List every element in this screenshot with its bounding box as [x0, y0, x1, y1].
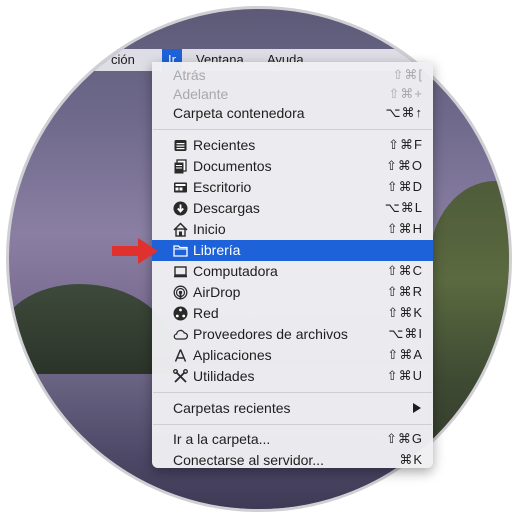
menu-item-shortcut: ⇧⌘A	[387, 347, 423, 362]
desktop-icon	[174, 182, 187, 193]
menu-item-label: Ir a la carpeta...	[173, 431, 271, 447]
airdrop-icon	[173, 285, 188, 300]
menu-item-library[interactable]: Librería	[152, 240, 433, 261]
menu-item-go-to-folder[interactable]: Ir a la carpeta... ⇧⌘G	[152, 429, 433, 450]
folder-icon	[173, 245, 188, 257]
menu-item-shortcut: ⇧⌘H	[386, 221, 423, 236]
menu-item-shortcut: ⇧⌘C	[386, 263, 423, 278]
downloads-icon	[173, 201, 188, 216]
menu-item-label: Carpetas recientes	[173, 400, 291, 416]
menu-item-label: Red	[193, 305, 219, 321]
menu-item-shortcut: ⇧⌘+	[388, 86, 423, 101]
menu-item-label: Conectarse al servidor...	[173, 452, 324, 468]
menu-separator	[153, 392, 432, 393]
menu-item-label: Atrás	[173, 67, 206, 83]
menu-item-label: Inicio	[193, 221, 226, 237]
menu-item-label: Utilidades	[193, 368, 255, 384]
menu-item-shortcut: ⌥⌘L	[384, 200, 423, 215]
menubar-item-view[interactable]: ción	[105, 49, 141, 71]
menu-item-label: Adelante	[173, 86, 229, 102]
computer-icon	[174, 266, 187, 278]
menu-item-recent-folders[interactable]: Carpetas recientes	[152, 398, 433, 419]
submenu-arrow-icon	[413, 403, 421, 413]
cloud-icon	[173, 329, 188, 340]
menu-item-downloads[interactable]: Descargas ⌥⌘L	[152, 198, 433, 219]
menu-item-label: Escritorio	[193, 179, 252, 195]
menu-item-shortcut: ⇧⌘G	[385, 431, 423, 446]
menu-item-airdrop[interactable]: AirDrop ⇧⌘R	[152, 282, 433, 303]
documents-icon	[174, 159, 187, 174]
menu-item-shortcut: ⇧⌘R	[386, 284, 423, 299]
menu-item-shortcut: ⇧⌘[	[392, 67, 423, 82]
menu-item-shortcut: ⇧⌘K	[387, 305, 423, 320]
menu-item-enclosing-folder[interactable]: Carpeta contenedora ⌥⌘↑	[152, 103, 433, 124]
applications-icon	[174, 349, 187, 362]
recents-icon	[174, 140, 187, 151]
menu-item-shortcut: ⌥⌘I	[388, 326, 423, 341]
desktop-wallpaper-island	[9, 284, 174, 374]
menu-item-shortcut: ⌘K	[399, 452, 423, 467]
menu-item-home[interactable]: Inicio ⇧⌘H	[152, 219, 433, 240]
menu-item-label: Computadora	[193, 263, 278, 279]
menu-separator	[153, 129, 432, 130]
menu-item-desktop[interactable]: Escritorio ⇧⌘D	[152, 177, 433, 198]
menu-item-label: Aplicaciones	[193, 347, 272, 363]
menu-item-label: Carpeta contenedora	[173, 105, 305, 121]
home-icon	[173, 222, 188, 237]
network-icon	[173, 306, 188, 321]
menu-item-forward[interactable]: Adelante ⇧⌘+	[152, 84, 433, 105]
menu-item-label: AirDrop	[193, 284, 241, 300]
menu-item-shortcut: ⇧⌘U	[386, 368, 423, 383]
desktop-wallpaper-cliff	[429, 181, 509, 509]
utilities-icon	[173, 369, 188, 383]
menu-item-documents[interactable]: Documentos ⇧⌘O	[152, 156, 433, 177]
menu-item-recents[interactable]: Recientes ⇧⌘F	[152, 135, 433, 156]
menu-item-shortcut: ⇧⌘O	[385, 158, 423, 173]
menu-separator	[153, 424, 432, 425]
menu-item-connect-to-server[interactable]: Conectarse al servidor... ⌘K	[152, 450, 433, 471]
menu-item-label: Librería	[193, 242, 241, 258]
menu-item-label: Documentos	[193, 158, 272, 174]
go-menu-dropdown: Atrás ⇧⌘[ Adelante ⇧⌘+ Carpeta contenedo…	[152, 62, 433, 468]
menu-item-label: Recientes	[193, 137, 256, 153]
menu-item-applications[interactable]: Aplicaciones ⇧⌘A	[152, 345, 433, 366]
menu-item-utilities[interactable]: Utilidades ⇧⌘U	[152, 366, 433, 387]
menu-item-file-providers[interactable]: Proveedores de archivos ⌥⌘I	[152, 324, 433, 345]
menu-item-computer[interactable]: Computadora ⇧⌘C	[152, 261, 433, 282]
menu-item-label: Descargas	[193, 200, 260, 216]
menu-item-shortcut: ⇧⌘F	[388, 137, 423, 152]
menu-item-network[interactable]: Red ⇧⌘K	[152, 303, 433, 324]
pointer-arrow-icon	[112, 238, 158, 264]
menu-item-back[interactable]: Atrás ⇧⌘[	[152, 65, 433, 86]
menu-item-shortcut: ⌥⌘↑	[385, 105, 423, 120]
menu-item-shortcut: ⇧⌘D	[386, 179, 423, 194]
menu-item-label: Proveedores de archivos	[193, 326, 348, 342]
